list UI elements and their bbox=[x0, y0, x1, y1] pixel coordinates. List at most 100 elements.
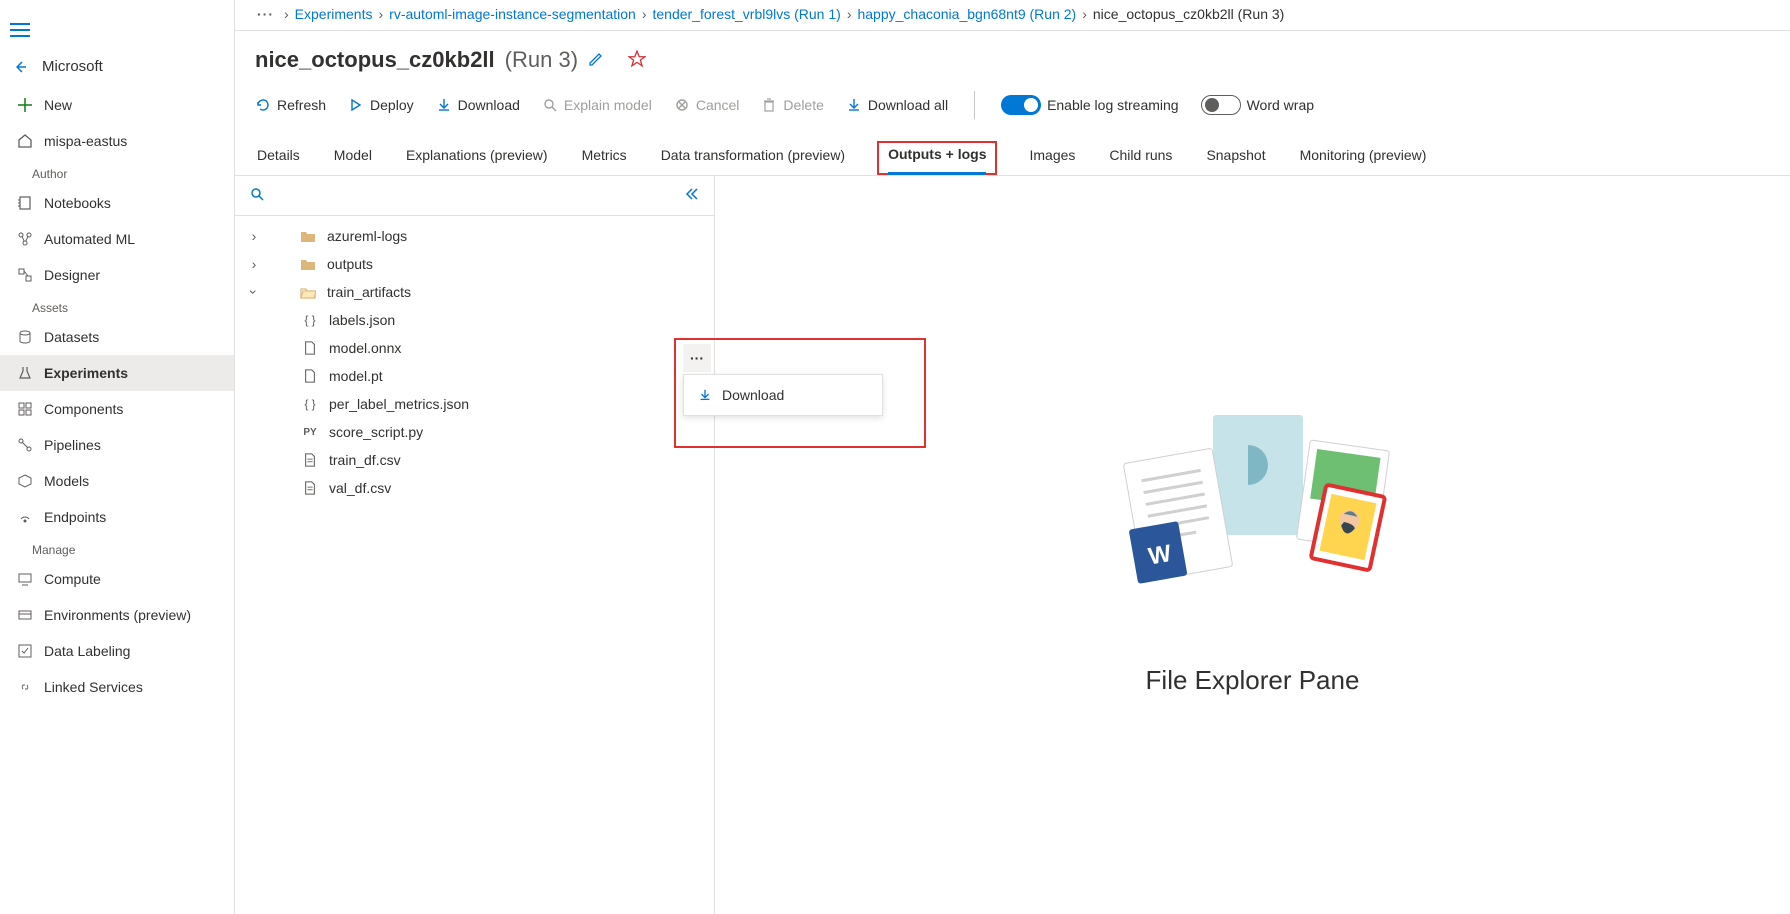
sidebar-item-environments[interactable]: Environments (preview) bbox=[0, 597, 234, 633]
sidebar-item-endpoints[interactable]: Endpoints bbox=[0, 499, 234, 535]
tree-file-model-onnx[interactable]: model.onnx bbox=[235, 334, 714, 362]
datasets-icon bbox=[16, 328, 34, 346]
log-streaming-toggle[interactable] bbox=[1001, 95, 1041, 115]
tab-metrics[interactable]: Metrics bbox=[580, 147, 629, 175]
context-menu-wrap: ··· Download bbox=[683, 344, 711, 372]
tree-file-model-pt[interactable]: model.pt bbox=[235, 362, 714, 390]
sidebar-item-linked[interactable]: Linked Services bbox=[0, 669, 234, 705]
tree-folder-train-artifacts[interactable]: › train_artifacts bbox=[235, 278, 714, 306]
tab-datatrans[interactable]: Data transformation (preview) bbox=[659, 147, 847, 175]
deploy-label: Deploy bbox=[370, 97, 414, 113]
back-link[interactable]: Microsoft bbox=[0, 50, 234, 87]
tab-childruns[interactable]: Child runs bbox=[1107, 147, 1174, 175]
file-label: score_script.py bbox=[329, 424, 423, 440]
file-label: per_label_metrics.json bbox=[329, 396, 469, 412]
notebooks-label: Notebooks bbox=[44, 195, 111, 211]
refresh-button[interactable]: Refresh bbox=[255, 97, 326, 113]
environments-icon bbox=[16, 606, 34, 624]
sidebar-item-models[interactable]: Models bbox=[0, 463, 234, 499]
tree-file-train-df[interactable]: train_df.csv bbox=[235, 446, 714, 474]
automl-label: Automated ML bbox=[44, 231, 135, 247]
edit-title-button[interactable] bbox=[588, 51, 604, 70]
sidebar-item-components[interactable]: Components bbox=[0, 391, 234, 427]
tab-outputs-logs[interactable]: Outputs + logs bbox=[877, 141, 997, 175]
tab-explanations[interactable]: Explanations (preview) bbox=[404, 147, 550, 175]
linked-label: Linked Services bbox=[44, 679, 143, 695]
deploy-button[interactable]: Deploy bbox=[348, 97, 414, 113]
tabs: Details Model Explanations (preview) Met… bbox=[235, 129, 1790, 176]
file-more-button[interactable]: ··· bbox=[683, 344, 711, 372]
download-all-button[interactable]: Download all bbox=[846, 97, 948, 113]
file-label: model.onnx bbox=[329, 340, 401, 356]
explain-button: Explain model bbox=[542, 97, 652, 113]
tab-monitoring[interactable]: Monitoring (preview) bbox=[1298, 147, 1429, 175]
tree-file-labels-json[interactable]: { } labels.json bbox=[235, 306, 714, 334]
tab-snapshot[interactable]: Snapshot bbox=[1204, 147, 1267, 175]
tree-folder-outputs[interactable]: › outputs bbox=[235, 250, 714, 278]
breadcrumb-more[interactable]: ··· bbox=[253, 6, 278, 22]
word-wrap-toggle[interactable] bbox=[1201, 95, 1241, 115]
tab-images[interactable]: Images bbox=[1027, 147, 1077, 175]
tab-details[interactable]: Details bbox=[255, 147, 302, 175]
compute-icon bbox=[16, 570, 34, 588]
folder-label: outputs bbox=[327, 256, 373, 272]
content: › azureml-logs › outputs › bbox=[235, 176, 1790, 914]
preview-placeholder-text: File Explorer Pane bbox=[1146, 665, 1360, 696]
run-title: nice_octopus_cz0kb2ll bbox=[255, 47, 495, 73]
sidebar-item-experiments[interactable]: Experiments bbox=[0, 355, 234, 391]
breadcrumb-link[interactable]: rv-automl-image-instance-segmentation bbox=[389, 6, 636, 22]
sidebar-item-workspace[interactable]: mispa-eastus bbox=[0, 123, 234, 159]
json-file-icon: { } bbox=[301, 397, 319, 411]
tree-file-per-label-metrics[interactable]: { } per_label_metrics.json bbox=[235, 390, 714, 418]
sidebar-item-datalabeling[interactable]: Data Labeling bbox=[0, 633, 234, 669]
sidebar-item-designer[interactable]: Designer bbox=[0, 257, 234, 293]
sidebar-item-notebooks[interactable]: Notebooks bbox=[0, 185, 234, 221]
csv-file-icon bbox=[301, 453, 319, 467]
environments-label: Environments (preview) bbox=[44, 607, 191, 623]
tab-model[interactable]: Model bbox=[332, 147, 374, 175]
sidebar-item-pipelines[interactable]: Pipelines bbox=[0, 427, 234, 463]
chevron-down-icon: › bbox=[246, 285, 262, 299]
sidebar-item-compute[interactable]: Compute bbox=[0, 561, 234, 597]
endpoints-icon bbox=[16, 508, 34, 526]
file-label: val_df.csv bbox=[329, 480, 391, 496]
log-streaming-toggle-wrap: Enable log streaming bbox=[1001, 95, 1179, 115]
pipelines-label: Pipelines bbox=[44, 437, 101, 453]
models-label: Models bbox=[44, 473, 89, 489]
main: ··· › Experiments › rv-automl-image-inst… bbox=[235, 0, 1790, 914]
hamburger-button[interactable] bbox=[0, 10, 40, 50]
sidebar: Microsoft New mispa-eastus Author Notebo… bbox=[0, 0, 235, 914]
folder-open-icon bbox=[299, 285, 317, 299]
download-icon bbox=[698, 388, 712, 402]
file-preview-pane: W File Explorer Pane bbox=[715, 176, 1790, 914]
breadcrumb-link[interactable]: tender_forest_vrbl9lvs (Run 1) bbox=[653, 6, 841, 22]
breadcrumb-link[interactable]: happy_chaconia_bgn68nt9 (Run 2) bbox=[857, 6, 1076, 22]
sidebar-item-automl[interactable]: Automated ML bbox=[0, 221, 234, 257]
tree-file-score-script[interactable]: PY score_script.py bbox=[235, 418, 714, 446]
log-streaming-label: Enable log streaming bbox=[1047, 97, 1179, 113]
sidebar-item-datasets[interactable]: Datasets bbox=[0, 319, 234, 355]
automl-icon bbox=[16, 230, 34, 248]
linked-icon bbox=[16, 678, 34, 696]
play-icon bbox=[348, 97, 364, 113]
hamburger-icon bbox=[10, 23, 30, 37]
sidebar-item-new[interactable]: New bbox=[0, 87, 234, 123]
toolbar: Refresh Deploy Download Explain model Ca… bbox=[235, 81, 1790, 129]
breadcrumb-link[interactable]: Experiments bbox=[295, 6, 373, 22]
app-root: Microsoft New mispa-eastus Author Notebo… bbox=[0, 0, 1790, 914]
chevron-right-icon: › bbox=[247, 256, 261, 272]
word-wrap-toggle-wrap: Word wrap bbox=[1201, 95, 1314, 115]
tree-search-button[interactable] bbox=[249, 186, 265, 205]
favorite-button[interactable] bbox=[628, 50, 646, 71]
file-icon bbox=[301, 341, 319, 355]
tree-file-val-df[interactable]: val_df.csv bbox=[235, 474, 714, 502]
explain-label: Explain model bbox=[564, 97, 652, 113]
file-explorer-illustration: W bbox=[1103, 395, 1403, 635]
folder-icon bbox=[299, 229, 317, 243]
workspace-label: mispa-eastus bbox=[44, 133, 127, 149]
breadcrumb-sep: › bbox=[378, 6, 383, 22]
tree-folder-azureml-logs[interactable]: › azureml-logs bbox=[235, 222, 714, 250]
tree-collapse-button[interactable] bbox=[684, 186, 700, 205]
new-label: New bbox=[44, 97, 72, 113]
download-button[interactable]: Download bbox=[436, 97, 520, 113]
